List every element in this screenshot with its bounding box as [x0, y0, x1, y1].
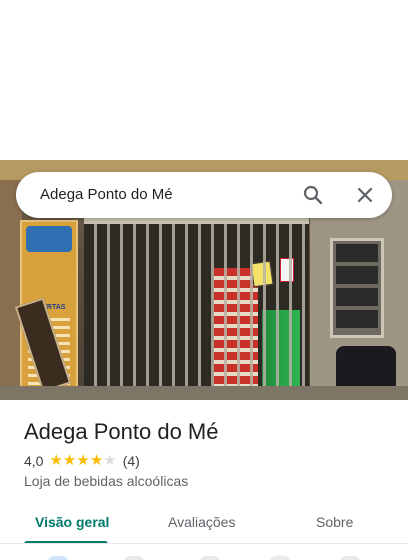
action-buttons-peek	[0, 548, 408, 560]
tab-overview[interactable]: Visão geral	[35, 514, 109, 530]
action-button-top[interactable]	[200, 556, 220, 560]
place-tabs: Visão geral Avaliações Sobre	[0, 504, 408, 544]
star-icon: ★	[62, 452, 77, 469]
close-icon[interactable]	[354, 184, 376, 206]
rating-stars: ★ ★ ★ ★ ★	[49, 453, 116, 469]
star-icon: ★	[89, 452, 104, 469]
electric-meters	[336, 244, 378, 332]
star-empty-icon: ★	[103, 452, 117, 469]
tab-about[interactable]: Sobre	[316, 514, 353, 530]
rating-row[interactable]: 4,0 ★ ★ ★ ★ ★ (4)	[24, 452, 140, 470]
action-button-top[interactable]	[48, 556, 68, 560]
search-bar[interactable]: Adega Ponto do Mé	[16, 172, 392, 218]
security-gate	[84, 218, 309, 390]
search-input[interactable]: Adega Ponto do Mé	[40, 186, 173, 203]
action-button-top[interactable]	[270, 556, 290, 560]
gate-frame	[84, 218, 309, 224]
star-icon: ★	[49, 452, 63, 469]
left-wall	[0, 180, 22, 400]
star-icon: ★	[76, 452, 90, 469]
tabs-divider	[0, 543, 408, 544]
action-button-top[interactable]	[340, 556, 360, 560]
poster-logo	[26, 226, 72, 252]
place-category[interactable]: Loja de bebidas alcoólicas	[24, 473, 188, 489]
rating-value: 4,0	[24, 453, 44, 469]
action-button-top[interactable]	[124, 556, 144, 560]
search-icon[interactable]	[302, 184, 324, 206]
review-count[interactable]: (4)	[123, 453, 140, 469]
place-title: Adega Ponto do Mé	[24, 419, 219, 444]
tab-reviews[interactable]: Avaliações	[168, 514, 235, 530]
sidewalk	[0, 386, 408, 400]
map-blank-area	[0, 0, 408, 160]
